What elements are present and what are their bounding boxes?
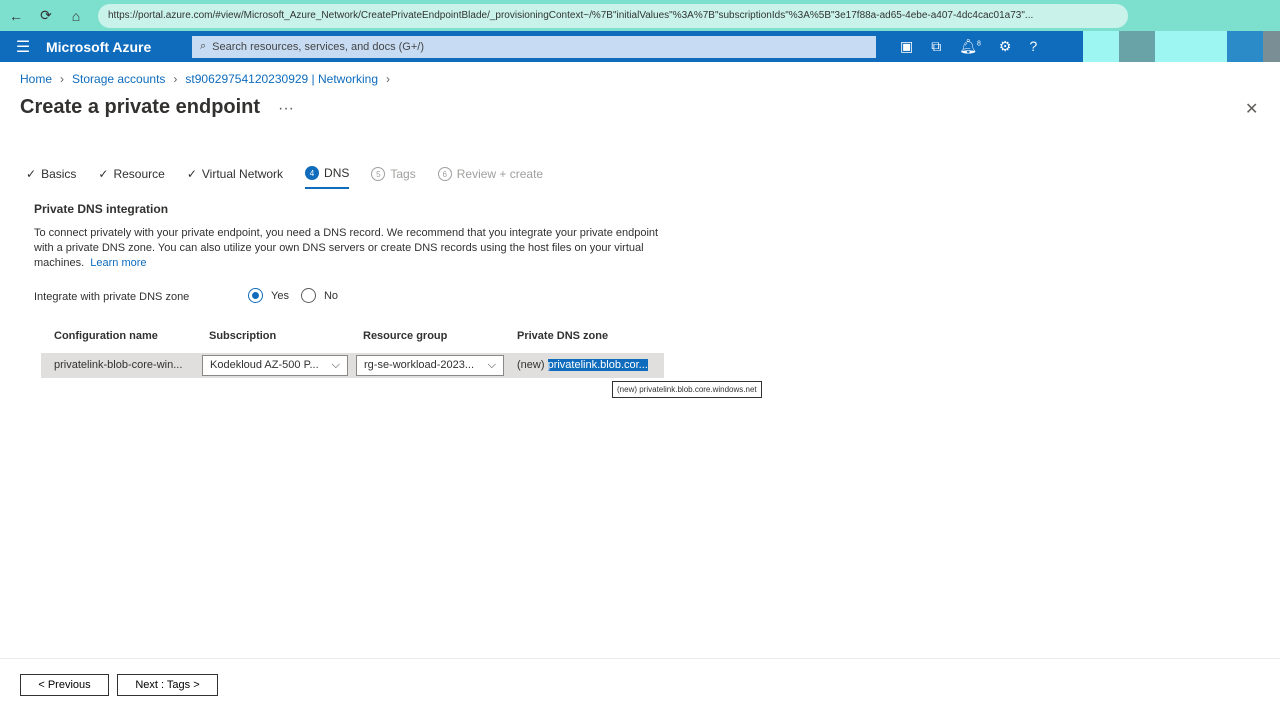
tab-label: Review + create — [456, 167, 544, 181]
private-dns-zone-cell[interactable]: (new) privatelink.blob.cor... — [517, 359, 648, 371]
close-icon[interactable]: ✕ — [1245, 99, 1258, 119]
notifications-icon[interactable]: 🔔︎8 — [959, 38, 981, 55]
address-bar[interactable]: https://portal.azure.com/#view/Microsoft… — [98, 3, 1128, 28]
header-config-name: Configuration name — [54, 330, 158, 342]
search-icon: ⌕ — [200, 40, 207, 52]
breadcrumb-networking[interactable]: st90629754120230929 | Networking — [185, 72, 378, 86]
breadcrumb-storage-accounts[interactable]: Storage accounts — [72, 72, 165, 86]
tab-resource[interactable]: ✓ Resource — [98, 166, 164, 189]
check-icon: ✓ — [26, 167, 37, 181]
check-icon: ✓ — [186, 167, 197, 181]
chevron-down-icon: ⌵ — [331, 359, 340, 371]
zone-name: privatelink.blob.cor... — [547, 359, 648, 371]
learn-more-link[interactable]: Learn more — [90, 257, 146, 269]
radio-label: No — [323, 289, 339, 302]
chevron-down-icon: ⌵ — [487, 359, 496, 371]
menu-icon[interactable]: ☰ — [0, 37, 46, 57]
cloud-shell-icon[interactable]: ▣ — [900, 38, 913, 55]
tab-dns[interactable]: 4 DNS — [305, 166, 350, 189]
search-input[interactable]: ⌕ Search resources, services, and docs (G… — [192, 35, 876, 58]
zone-prefix: (new) — [517, 359, 545, 371]
footer-divider — [0, 658, 1280, 659]
section-description: To connect privately with your private e… — [34, 226, 674, 271]
radio-yes[interactable]: Yes — [248, 288, 289, 303]
tab-label: Virtual Network — [201, 167, 284, 181]
directory-filter-icon[interactable]: ⧉ — [931, 38, 941, 55]
search-placeholder: Search resources, services, and docs (G+… — [212, 40, 425, 53]
wizard-tabs: ✓ Basics ✓ Resource ✓ Virtual Network 4 DNS … — [26, 166, 543, 189]
radio-label: Yes — [271, 289, 289, 302]
home-icon[interactable]: ⌂ — [68, 8, 84, 24]
tab-label: Resource — [113, 167, 165, 181]
header-resource-group: Resource group — [363, 330, 448, 342]
resource-group-dropdown[interactable]: rg-se-workload-2023... ⌵ — [356, 355, 504, 376]
radio-selected-icon — [248, 288, 263, 303]
settings-icon[interactable]: ⚙ — [999, 38, 1012, 55]
previous-button[interactable]: < Previous — [20, 674, 109, 696]
step-number: 6 — [437, 167, 452, 181]
step-number: 4 — [305, 166, 320, 180]
check-icon: ✓ — [98, 167, 109, 181]
tooltip: (new) privatelink.blob.core.windows.net — [612, 381, 762, 398]
integrate-label: Integrate with private DNS zone — [34, 291, 190, 303]
tab-label: DNS — [324, 166, 350, 180]
header-private-dns-zone: Private DNS zone — [517, 330, 609, 342]
more-icon[interactable]: ··· — [278, 100, 294, 118]
refresh-icon[interactable]: ⟳ — [38, 7, 54, 24]
tab-tags[interactable]: 5 Tags — [371, 166, 416, 189]
breadcrumb: Home › Storage accounts › st90629754120230… — [20, 72, 391, 86]
notification-badge: 8 — [977, 40, 981, 48]
radio-empty-icon — [300, 288, 316, 303]
account-area — [1047, 31, 1280, 62]
next-button[interactable]: Next : Tags > — [117, 674, 218, 696]
tab-label: Tags — [390, 167, 416, 181]
tab-label: Basics — [41, 167, 77, 181]
header-subscription: Subscription — [209, 330, 277, 342]
dropdown-value: Kodekloud AZ-500 P... — [210, 359, 319, 371]
azure-header: ☰ Microsoft Azure ⌕ Search resources, ser… — [0, 31, 1280, 62]
back-icon[interactable]: ← — [8, 8, 24, 24]
breadcrumb-home[interactable]: Home — [20, 72, 52, 86]
tab-basics[interactable]: ✓ Basics — [26, 166, 76, 189]
brand[interactable]: Microsoft Azure — [46, 39, 192, 55]
help-icon[interactable]: ? — [1029, 38, 1037, 55]
section-title: Private DNS integration — [34, 202, 169, 216]
dropdown-value: rg-se-workload-2023... — [364, 359, 475, 371]
config-name-cell: privatelink-blob-core-win... — [54, 359, 183, 371]
integrate-radio-group: Yes No — [248, 288, 338, 303]
subscription-dropdown[interactable]: Kodekloud AZ-500 P... ⌵ — [202, 355, 348, 376]
tab-virtual-network[interactable]: ✓ Virtual Network — [187, 166, 283, 189]
tab-review-create[interactable]: 6 Review + create — [437, 166, 544, 189]
url-text: https://portal.azure.com/#view/Microsoft… — [108, 10, 1034, 21]
browser-toolbar: ← ⟳ ⌂ https://portal.azure.com/#view/Mic… — [0, 0, 1280, 31]
radio-no[interactable]: No — [300, 288, 339, 303]
page-title: Create a private endpoint — [20, 96, 261, 118]
step-number: 5 — [371, 167, 386, 181]
